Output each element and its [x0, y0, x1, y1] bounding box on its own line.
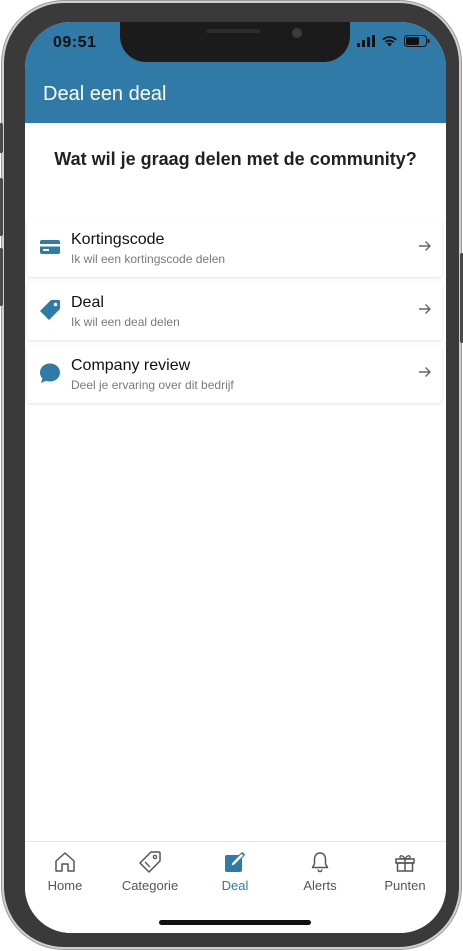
- question-heading: Wat wil je graag delen met de community?: [54, 149, 417, 169]
- arrow-right-icon: [419, 304, 431, 314]
- option-title: Company review: [71, 357, 191, 374]
- option-kortingscode[interactable]: Kortingscode Ik wil een kortingscode del…: [27, 219, 442, 277]
- tab-label: Home: [47, 878, 83, 893]
- chat-bubble-icon: [40, 363, 60, 383]
- volume-down-button: [0, 248, 3, 306]
- volume-up-button: [0, 178, 3, 236]
- page-title: Deal een deal: [43, 83, 167, 105]
- camera: [292, 28, 302, 38]
- wifi-icon: [382, 36, 397, 47]
- speaker: [206, 29, 260, 33]
- tab-home[interactable]: Home: [25, 850, 105, 893]
- option-subtitle: Ik wil een deal delen: [71, 315, 180, 329]
- home-icon: [55, 852, 75, 872]
- status-bar: 09:51: [25, 22, 446, 70]
- edit-icon: [225, 851, 246, 872]
- app-header: Deal een deal: [25, 70, 446, 123]
- tab-label: Alerts: [303, 878, 337, 893]
- phone-frame: 09:51 Deal een deal Wat wil je graag del…: [0, 1, 463, 949]
- arrow-right-icon: [419, 241, 431, 251]
- card-icon: [40, 240, 60, 254]
- option-title: Kortingscode: [71, 231, 165, 248]
- home-indicator: [159, 920, 311, 925]
- battery-icon: [404, 35, 430, 47]
- bell-icon: [311, 852, 329, 873]
- tab-punten[interactable]: Punten: [365, 850, 445, 893]
- main-content: Wat wil je graag delen met de community?…: [25, 123, 446, 841]
- signal-icon: [357, 35, 375, 47]
- notch: [120, 22, 350, 62]
- option-company-review[interactable]: Company review Deel je ervaring over dit…: [27, 345, 442, 403]
- option-deal[interactable]: Deal Ik wil een deal delen: [27, 282, 442, 340]
- gift-icon: [395, 855, 415, 872]
- option-subtitle: Deel je ervaring over dit bedrijf: [71, 378, 234, 392]
- tab-categorie[interactable]: Categorie: [110, 850, 190, 893]
- screen: 09:51 Deal een deal Wat wil je graag del…: [25, 22, 446, 933]
- tab-label: Punten: [384, 878, 426, 893]
- tab-label: Deal: [221, 878, 249, 893]
- option-subtitle: Ik wil een kortingscode delen: [71, 252, 226, 266]
- tag-icon: [40, 300, 60, 320]
- tab-deal[interactable]: Deal: [195, 850, 275, 893]
- tag-outline-icon: [139, 851, 161, 873]
- status-time: 09:51: [53, 34, 97, 51]
- tab-alerts[interactable]: Alerts: [280, 850, 360, 893]
- status-icons: [357, 35, 430, 47]
- arrow-right-icon: [419, 367, 431, 377]
- mute-switch: [0, 123, 3, 153]
- option-title: Deal: [71, 294, 104, 311]
- tab-label: Categorie: [121, 878, 179, 893]
